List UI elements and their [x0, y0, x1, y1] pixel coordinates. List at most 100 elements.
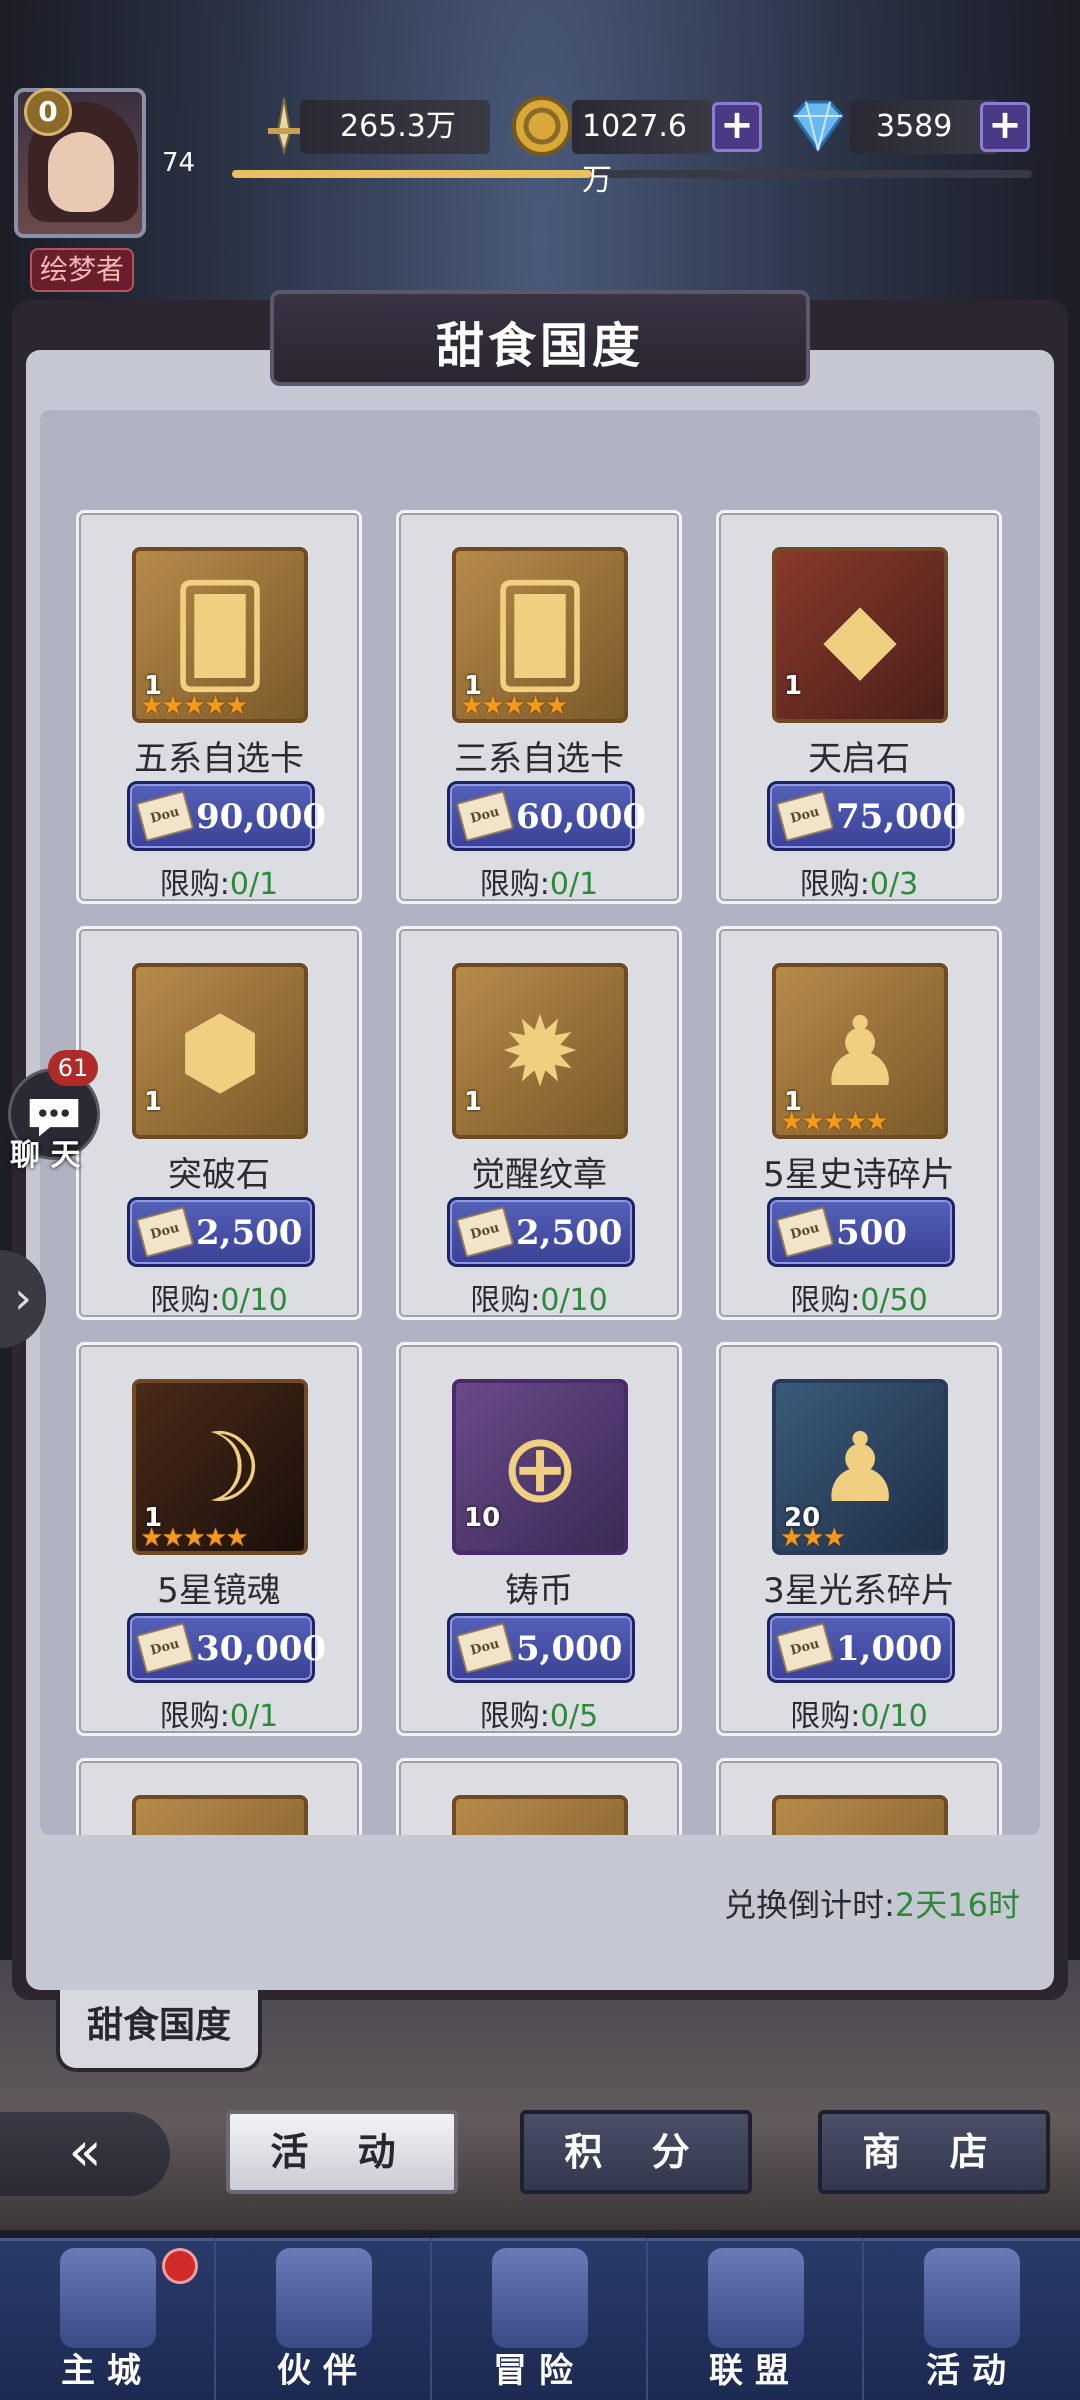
limit-value: 0/1 — [549, 867, 599, 902]
buy-button[interactable]: Dou 75,000 — [767, 781, 966, 851]
countdown-value: 2天16时 — [894, 1886, 1020, 1924]
buy-button[interactable]: Dou 5,000 — [447, 1613, 635, 1683]
diamond-icon — [792, 100, 844, 153]
limit-label: 限购: — [479, 1699, 550, 1734]
buy-button[interactable]: Dou 500 — [767, 1197, 955, 1267]
shop-item-card-partial[interactable] — [76, 1758, 362, 1835]
purchase-limit: 限购:0/1 — [399, 859, 679, 903]
dou-ticket-icon: Dou — [775, 1622, 835, 1674]
item-price: 30,000 — [196, 1629, 327, 1669]
buy-button[interactable]: Dou 90,000 — [127, 781, 326, 851]
item-icon-frame: ✹ 1 — [452, 963, 628, 1139]
item-grid[interactable]: 🂠 1 ★★★★★ 五系自选卡 Dou 90,000 限购:0/1 🂠 1 ★★… — [40, 410, 1040, 1835]
nav-label: 伙伴 — [277, 2351, 369, 2391]
back-arrow-icon: « — [68, 2120, 102, 2183]
item-icon-frame — [452, 1795, 628, 1835]
nav-alliance[interactable]: 联盟 — [648, 2238, 864, 2400]
nav-label: 活动 — [926, 2351, 1018, 2391]
shop-item-card[interactable]: ⬢ 1 突破石 Dou 2,500 限购:0/10 — [76, 926, 362, 1320]
item-price: 500 — [836, 1213, 907, 1253]
purchase-limit: 限购:0/10 — [79, 1275, 359, 1319]
limit-label: 限购: — [790, 1283, 861, 1318]
dou-ticket-icon: Dou — [455, 1206, 515, 1258]
limit-label: 限购: — [790, 1699, 861, 1734]
limit-value: 0/1 — [229, 867, 279, 902]
item-name: 5星镜魂 — [157, 1571, 281, 1611]
limit-value: 0/3 — [869, 867, 919, 902]
item-price: 2,500 — [516, 1213, 623, 1253]
chat-unread-badge: 61 — [48, 1050, 98, 1086]
limit-label: 限购: — [799, 867, 870, 902]
dou-ticket-icon: Dou — [775, 790, 835, 842]
item-name: 觉醒纹章 — [471, 1155, 607, 1195]
shop-item-card[interactable]: 🂠 1 ★★★★★ 五系自选卡 Dou 90,000 限购:0/1 — [76, 510, 362, 904]
cards-icon — [924, 2248, 1020, 2348]
power-value: 265.3万 — [300, 100, 490, 154]
limit-value: 0/50 — [860, 1283, 928, 1318]
diamond-value: 3589 — [850, 100, 1000, 154]
nav-label: 冒险 — [493, 2351, 585, 2391]
vip-level-badge[interactable]: 0 — [24, 88, 72, 136]
purchase-limit: 限购:0/10 — [399, 1275, 679, 1319]
shop-item-card[interactable]: ⊕ 10 铸币 Dou 5,000 限购:0/5 — [396, 1342, 682, 1736]
purchase-limit: 限购:0/5 — [399, 1691, 679, 1735]
dou-ticket-icon: Dou — [455, 790, 515, 842]
tab-points[interactable]: 积 分 — [520, 2110, 752, 2194]
sub-tab-sweets-kingdom[interactable]: 甜食国度 — [56, 1990, 262, 2072]
item-name: 铸币 — [505, 1571, 573, 1611]
item-stars: ★★★★★ — [460, 691, 569, 721]
shop-item-card[interactable]: ✹ 1 觉醒纹章 Dou 2,500 限购:0/10 — [396, 926, 682, 1320]
item-price: 5,000 — [516, 1629, 623, 1669]
shop-item-card[interactable]: ♟ 20 ★★★ 3星光系碎片 Dou 1,000 限购:0/10 — [716, 1342, 1002, 1736]
limit-label: 限购: — [159, 1699, 230, 1734]
item-name: 5星史诗碎片 — [763, 1155, 955, 1195]
dou-ticket-icon: Dou — [455, 1622, 515, 1674]
shop-item-card-partial[interactable] — [716, 1758, 1002, 1835]
shop-item-card-partial[interactable] — [396, 1758, 682, 1835]
tab-activity[interactable]: 活 动 — [226, 2110, 458, 2194]
nav-activity[interactable]: 活动 — [864, 2238, 1080, 2400]
item-price: 90,000 — [196, 797, 327, 837]
item-name: 五系自选卡 — [134, 739, 304, 779]
shop-item-card[interactable]: ☽ 1 ★★★★★ 5星镜魂 Dou 30,000 限购:0/1 — [76, 1342, 362, 1736]
gold-value: 1027.6万 — [572, 100, 712, 198]
player-level: 74 — [162, 148, 196, 178]
limit-value: 0/10 — [860, 1699, 928, 1734]
limit-label: 限购: — [479, 867, 550, 902]
dou-ticket-icon: Dou — [775, 1206, 835, 1258]
item-stars: ★★★★★ — [140, 691, 249, 721]
item-icon-frame: ♟ 20 ★★★ — [772, 1379, 948, 1555]
item-quantity: 1 — [784, 671, 803, 701]
tab-shop[interactable]: 商 店 — [818, 2110, 1050, 2194]
exchange-countdown: 兑换倒计时:2天16时 — [724, 1880, 1020, 1926]
shop-item-card[interactable]: 🂠 1 ★★★★★ 三系自选卡 Dou 60,000 限购:0/1 — [396, 510, 682, 904]
shop-item-card[interactable]: ♟ 1 ★★★★★ 5星史诗碎片 Dou 500 限购:0/50 — [716, 926, 1002, 1320]
shield-icon — [708, 2248, 804, 2348]
add-diamond-button[interactable]: + — [980, 102, 1030, 152]
item-name: 突破石 — [168, 1155, 270, 1195]
wizard-hat-icon — [276, 2248, 372, 2348]
item-icon-frame: 🂠 1 ★★★★★ — [132, 547, 308, 723]
buy-button[interactable]: Dou 2,500 — [447, 1197, 635, 1267]
avatar-face — [48, 132, 114, 212]
item-stars: ★★★ — [780, 1523, 846, 1553]
add-gold-button[interactable]: + — [712, 102, 762, 152]
item-icon-frame: ☽ 1 ★★★★★ — [132, 1379, 308, 1555]
dou-ticket-icon: Dou — [135, 1206, 195, 1258]
purchase-limit: 限购:0/3 — [719, 859, 999, 903]
item-icon-frame: 🂠 1 ★★★★★ — [452, 547, 628, 723]
buy-button[interactable]: Dou 1,000 — [767, 1613, 955, 1683]
player-title-badge[interactable]: 绘梦者 — [30, 248, 134, 292]
buy-button[interactable]: Dou 30,000 — [127, 1613, 326, 1683]
nav-partners[interactable]: 伙伴 — [216, 2238, 432, 2400]
item-stars: ★★★★★ — [140, 1523, 249, 1553]
nav-adventure[interactable]: 冒险 — [432, 2238, 648, 2400]
item-price: 2,500 — [196, 1213, 303, 1253]
purchase-limit: 限购:0/1 — [79, 859, 359, 903]
item-icon-frame: ◆ 1 — [772, 547, 948, 723]
back-button[interactable]: « — [0, 2112, 170, 2196]
shop-item-card[interactable]: ◆ 1 天启石 Dou 75,000 限购:0/3 — [716, 510, 1002, 904]
buy-button[interactable]: Dou 2,500 — [127, 1197, 315, 1267]
item-icon-frame: ♟ 1 ★★★★★ — [772, 963, 948, 1139]
buy-button[interactable]: Dou 60,000 — [447, 781, 646, 851]
